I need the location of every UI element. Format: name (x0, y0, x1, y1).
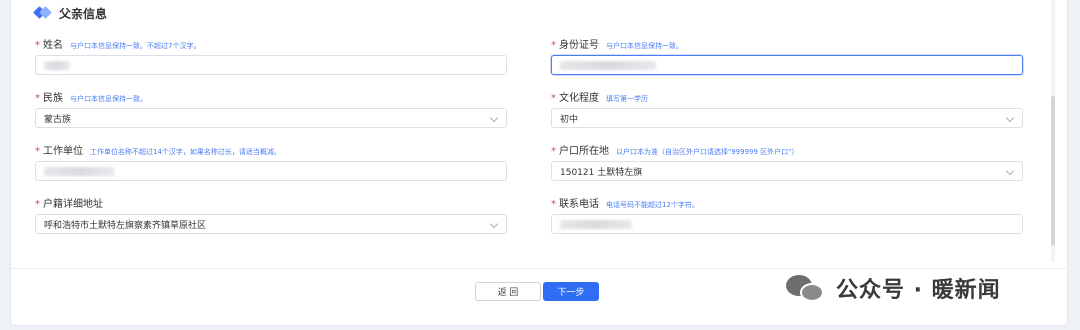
required-mark: * (551, 93, 556, 104)
required-mark: * (35, 146, 40, 157)
next-button[interactable]: 下一步 (543, 282, 599, 301)
workplace-label: 工作单位 (43, 146, 83, 157)
ethnicity-value: 蒙古族 (44, 114, 72, 125)
required-mark: * (551, 146, 556, 157)
field-workplace: * 工作单位 工作单位名称不超过14个汉字，如果名称过长，请适当概减。 (35, 142, 507, 181)
ethnicity-label: 民族 (43, 93, 63, 104)
required-mark: * (551, 199, 556, 210)
required-mark: * (35, 93, 40, 104)
name-hint: 与户口本信息保持一致。不超过7个汉字。 (70, 42, 201, 50)
hukou-address-select[interactable]: 呼和浩特市土默特左旗察素齐镇草原社区 (35, 214, 507, 234)
section-title: 父亲信息 (59, 6, 108, 21)
name-label: 姓名 (43, 40, 63, 51)
hukou-location-select[interactable]: 150121 土默特左旗 (551, 161, 1023, 181)
required-mark: * (35, 40, 40, 51)
phone-label: 联系电话 (559, 199, 599, 210)
hukou-location-value: 150121 土默特左旗 (560, 167, 643, 178)
education-value: 初中 (560, 114, 579, 125)
field-name: * 姓名 与户口本信息保持一致。不超过7个汉字。 (35, 36, 507, 75)
redacted-value (560, 219, 632, 229)
diamond-icon (35, 7, 51, 19)
ethnicity-select[interactable]: 蒙古族 (35, 108, 507, 128)
phone-hint: 电话号码不能超过12个字符。 (606, 201, 699, 209)
hukou-location-hint: 以户口本为准（自治区外户口请选择"999999 区外户口"） (616, 148, 799, 156)
watermark: 公众号 · 暖新闻 (786, 271, 1001, 305)
workplace-input[interactable] (35, 161, 507, 181)
education-hint: 填写第一学历 (606, 95, 648, 103)
chevron-down-icon (489, 113, 499, 123)
scrollbar-thumb[interactable] (1051, 96, 1055, 246)
chevron-down-icon (1005, 166, 1015, 176)
id-number-input[interactable] (551, 55, 1023, 75)
redacted-value (560, 60, 656, 70)
education-select[interactable]: 初中 (551, 108, 1023, 128)
section-header: 父亲信息 (35, 4, 107, 22)
id-number-hint: 与户口本信息保持一致。 (606, 42, 683, 50)
footer-divider (11, 268, 1069, 269)
chevron-down-icon (489, 219, 499, 229)
name-input[interactable] (35, 55, 507, 75)
field-hukou-address: * 户籍详细地址 呼和浩特市土默特左旗察素齐镇草原社区 (35, 195, 507, 234)
hukou-location-label: 户口所在地 (559, 146, 609, 157)
hukou-address-value: 呼和浩特市土默特左旗察素齐镇草原社区 (44, 220, 207, 231)
field-phone: * 联系电话 电话号码不能超过12个字符。 (551, 195, 1023, 234)
wechat-icon (786, 273, 826, 303)
field-education: * 文化程度 填写第一学历 初中 (551, 89, 1023, 128)
hukou-address-label: 户籍详细地址 (43, 199, 103, 210)
watermark-text: 公众号 · 暖新闻 (836, 278, 1001, 303)
workplace-hint: 工作单位名称不超过14个汉字，如果名称过长，请适当概减。 (90, 148, 281, 156)
redacted-value (44, 166, 114, 176)
id-number-label: 身份证号 (559, 40, 599, 51)
chevron-down-icon (1005, 113, 1015, 123)
redacted-value (44, 60, 70, 70)
education-label: 文化程度 (559, 93, 599, 104)
field-id-number: * 身份证号 与户口本信息保持一致。 (551, 36, 1023, 75)
ethnicity-hint: 与户口本信息保持一致。 (70, 95, 147, 103)
field-hukou-location: * 户口所在地 以户口本为准（自治区外户口请选择"999999 区外户口"） 1… (551, 142, 1023, 181)
required-mark: * (35, 199, 40, 210)
required-mark: * (551, 40, 556, 51)
phone-input[interactable] (551, 214, 1023, 234)
back-button[interactable]: 返 回 (475, 282, 541, 301)
field-ethnicity: * 民族 与户口本信息保持一致。 蒙古族 (35, 89, 507, 128)
